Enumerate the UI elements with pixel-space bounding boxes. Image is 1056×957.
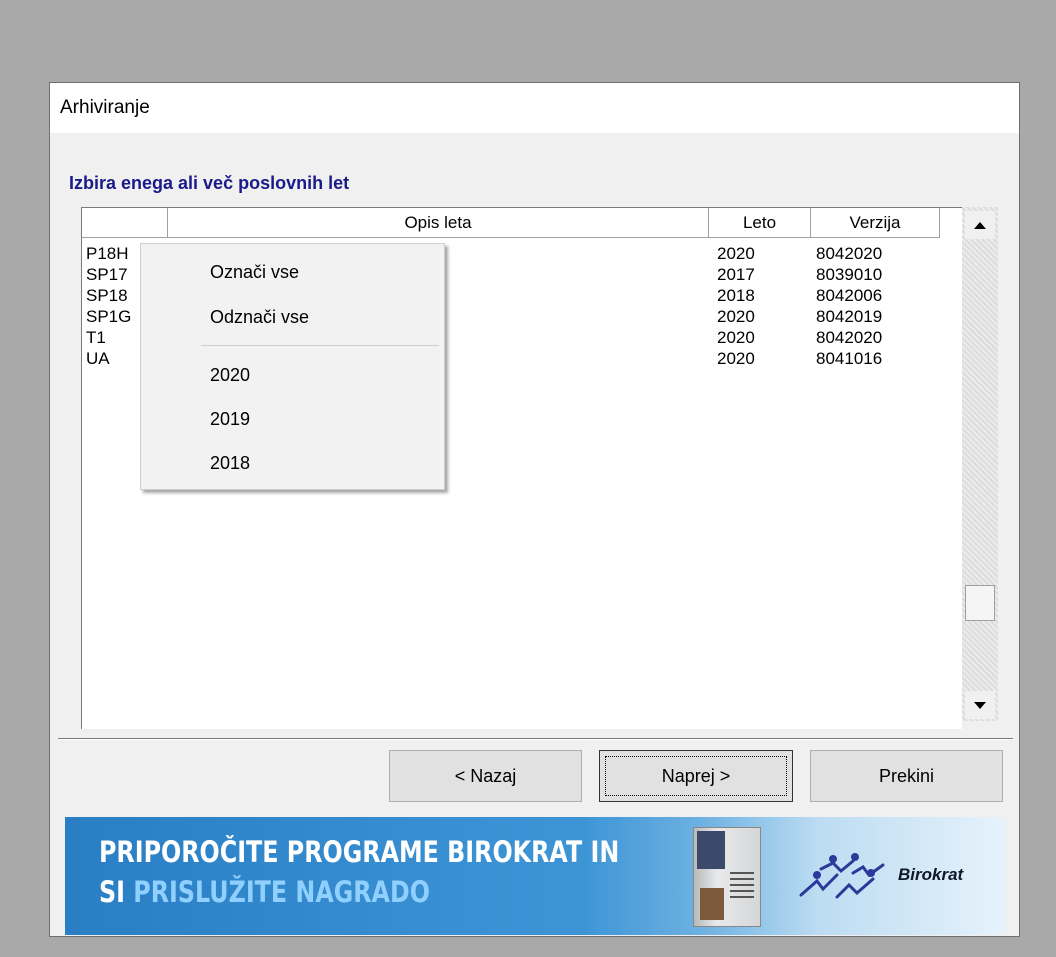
- runners-logo-icon: [799, 853, 885, 899]
- cell-code: UA: [86, 349, 110, 368]
- triangle-down-icon: [974, 701, 986, 709]
- cell-code: T1: [86, 328, 106, 347]
- column-header-select[interactable]: [82, 208, 168, 238]
- section-heading: Izbira enega ali več poslovnih let: [69, 173, 350, 193]
- book-cover-image: [693, 827, 761, 927]
- banner-line-2-highlight: PRISLUŽITE NAGRADO: [133, 875, 430, 909]
- menu-item-select-all[interactable]: Označi vse: [141, 252, 444, 292]
- cell-code: SP1G: [86, 307, 132, 326]
- cell-code: SP17: [86, 265, 128, 284]
- banner-line-2-prefix: SI: [99, 875, 134, 909]
- cell-year: 2017: [717, 265, 755, 284]
- cell-version: 8042019: [816, 307, 883, 326]
- cell-code: SP18: [86, 286, 128, 305]
- scroll-up-button[interactable]: [965, 211, 995, 239]
- menu-item-year-2019[interactable]: 2019: [141, 399, 444, 439]
- back-button[interactable]: < Nazaj: [389, 750, 582, 802]
- column-header-version[interactable]: Verzija: [811, 208, 940, 238]
- menu-item-year-2020[interactable]: 2020: [141, 355, 444, 395]
- cancel-button[interactable]: Prekini: [810, 750, 1003, 802]
- cancel-button-label: Prekini: [878, 765, 935, 786]
- menu-separator: [201, 345, 439, 346]
- book-text-lines: [730, 872, 754, 902]
- promo-banner[interactable]: PRIPOROČITE PROGRAME BIROKRAT IN SI PRIS…: [65, 817, 1006, 935]
- cell-year: 2020: [717, 328, 755, 347]
- scroll-down-button[interactable]: [965, 691, 995, 719]
- back-button-label: < Nazaj: [454, 765, 517, 786]
- next-button[interactable]: Naprej >: [599, 750, 793, 802]
- vertical-scrollbar[interactable]: [962, 207, 998, 721]
- cell-code: P18H: [86, 244, 129, 263]
- birokrat-logo: Birokrat: [793, 851, 1003, 907]
- cell-version: 8042020: [816, 244, 883, 263]
- cell-version: 8039010: [816, 265, 883, 284]
- cell-version: 8042006: [816, 286, 883, 305]
- menu-item-year-2018[interactable]: 2018: [141, 443, 444, 483]
- window-title: Arhiviranje: [60, 97, 150, 118]
- book-photo-small: [700, 888, 724, 920]
- cell-year: 2020: [717, 349, 755, 368]
- triangle-up-icon: [974, 221, 986, 229]
- title-bar[interactable]: Arhiviranje: [50, 83, 1019, 133]
- column-header-year[interactable]: Leto: [709, 208, 811, 238]
- banner-line-1: PRIPOROČITE PROGRAME BIROKRAT IN: [99, 835, 620, 869]
- banner-line-2: SI PRISLUŽITE NAGRADO: [99, 875, 430, 909]
- book-photo: [697, 831, 725, 869]
- cell-year: 2020: [717, 307, 755, 326]
- cell-year: 2020: [717, 244, 755, 263]
- scroll-thumb[interactable]: [965, 585, 995, 621]
- next-button-label: Naprej >: [661, 765, 731, 786]
- column-header-description[interactable]: Opis leta: [168, 208, 709, 238]
- brand-name: Birokrat: [898, 865, 964, 884]
- cell-year: 2018: [717, 286, 755, 305]
- menu-item-deselect-all[interactable]: Odznači vse: [141, 297, 444, 337]
- cell-version: 8041016: [816, 349, 883, 368]
- divider: [58, 738, 1013, 740]
- context-menu: Označi vse Odznači vse 2020 2019 2018: [140, 243, 445, 490]
- cell-version: 8042020: [816, 328, 883, 347]
- archive-dialog: Arhiviranje Izbira enega ali več poslovn…: [49, 82, 1020, 937]
